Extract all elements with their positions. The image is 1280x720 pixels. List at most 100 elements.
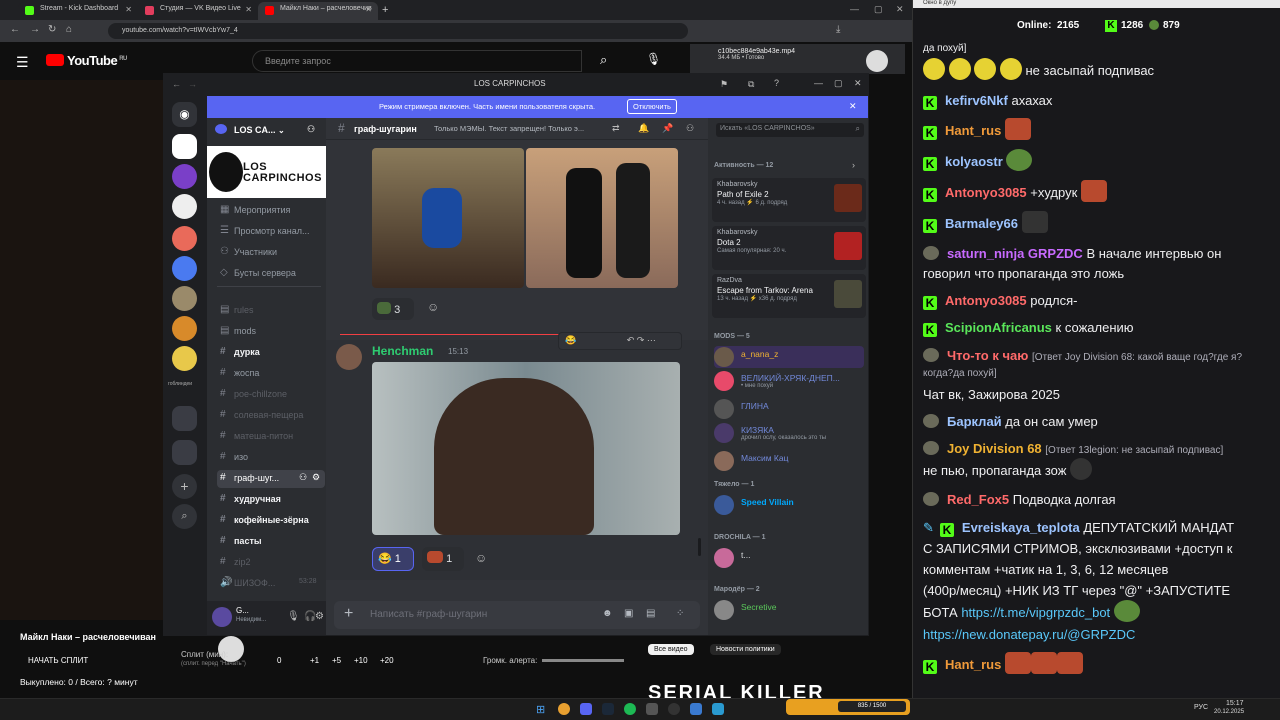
- alert-volume-slider[interactable]: [542, 659, 624, 662]
- invite-icon[interactable]: ⚇: [307, 124, 315, 135]
- new-tab-button[interactable]: +: [382, 4, 388, 16]
- member-item[interactable]: a_nana_z: [714, 346, 864, 368]
- activity-card[interactable]: Khabarovsky Dota 2 Самая популярная: 20 …: [712, 226, 866, 270]
- channel-izo[interactable]: # изо: [217, 449, 325, 467]
- spotify-icon[interactable]: [624, 703, 636, 715]
- pin-icon[interactable]: 📌: [662, 123, 673, 134]
- nav-members[interactable]: ⚇ Участники: [217, 244, 325, 262]
- gift-icon[interactable]: ☻: [602, 608, 613, 619]
- address-bar[interactable]: youtube.com/watch?v=tIWVcbYw7_4: [108, 23, 688, 39]
- discord-home-icon[interactable]: ◉: [172, 102, 197, 127]
- add-server-icon[interactable]: +: [172, 474, 197, 499]
- members-icon[interactable]: ⚇: [686, 123, 694, 134]
- browser-tab-active[interactable]: Майкл Наки – расчеловечив ✕: [258, 2, 378, 20]
- clock-time[interactable]: 15:17: [1226, 700, 1244, 707]
- maximize-icon[interactable]: ▢: [874, 4, 883, 15]
- avatar[interactable]: [212, 607, 232, 627]
- server-icon[interactable]: [172, 256, 197, 281]
- reaction-lips[interactable]: 1: [422, 547, 464, 571]
- app-icon[interactable]: [690, 703, 702, 715]
- telegram-icon[interactable]: [712, 703, 724, 715]
- chip-politics[interactable]: Новости политики: [710, 644, 781, 655]
- member-item[interactable]: ГЛИНА: [714, 398, 864, 420]
- meme-image[interactable]: [372, 148, 524, 288]
- split-plus-20[interactable]: +20: [380, 656, 394, 665]
- reload-icon[interactable]: ↻: [48, 24, 56, 35]
- channel-durka[interactable]: # дурка: [217, 344, 325, 362]
- channel-topic[interactable]: Только МЭМЫ. Текст запрещен! Только э...: [434, 124, 584, 133]
- server-name[interactable]: LOS CA... ⌄ ⚇: [207, 118, 326, 140]
- chat-link[interactable]: https://new.donatepay.ru/@GRPZDC: [923, 627, 1135, 642]
- message-input[interactable]: + Написать #граф-шугарин ☻ ▣ ▤ ⁘: [334, 601, 700, 629]
- channel-zhospa[interactable]: # жоспа: [217, 365, 325, 383]
- sticker-icon[interactable]: ▤: [646, 608, 655, 619]
- channel-poe[interactable]: # poe-chillzone: [217, 386, 325, 404]
- server-icon[interactable]: [172, 286, 197, 311]
- forward-icon[interactable]: →: [188, 79, 197, 89]
- chip-all-videos[interactable]: Все видео: [648, 644, 694, 655]
- browser-tab[interactable]: Stream - Kick Dashboard ✕: [18, 2, 138, 20]
- activity-card[interactable]: Khabarovsky Path of Exile 2 4 ч. назад ⚡…: [712, 178, 866, 222]
- chevron-right-icon[interactable]: ›: [852, 160, 855, 170]
- member-item[interactable]: t...: [714, 547, 864, 569]
- add-reaction-icon[interactable]: ☺: [427, 300, 439, 314]
- server-icon[interactable]: [172, 346, 197, 371]
- close-icon[interactable]: ✕: [849, 101, 857, 112]
- start-split-button[interactable]: НАЧАТЬ СПЛИТ: [28, 656, 88, 665]
- home-icon[interactable]: ⌂: [66, 24, 72, 35]
- split-value[interactable]: 0: [277, 656, 281, 665]
- help-icon[interactable]: ?: [774, 78, 779, 88]
- close-icon[interactable]: ✕: [365, 5, 372, 14]
- avatar[interactable]: [866, 50, 888, 72]
- message-author[interactable]: Henchman: [372, 344, 433, 358]
- channel-hudruchnaya[interactable]: # худручная: [217, 491, 325, 509]
- maximize-icon[interactable]: ▢: [834, 78, 843, 89]
- nav-browse-channels[interactable]: ☰ Просмотр канал...: [217, 223, 325, 241]
- server-icon[interactable]: [172, 194, 197, 219]
- minimize-icon[interactable]: —: [850, 4, 859, 14]
- search-icon[interactable]: ⌕: [600, 52, 607, 68]
- more-icon[interactable]: ↶ ↷ ⋯: [627, 335, 656, 345]
- invite-icon[interactable]: ⚇: [299, 472, 307, 483]
- reaction-icon[interactable]: 😂: [565, 335, 576, 345]
- channel-rules[interactable]: ▤ rules: [217, 302, 325, 320]
- add-reaction-icon[interactable]: ☺: [475, 551, 487, 565]
- server-icon[interactable]: [172, 316, 197, 341]
- close-icon[interactable]: ✕: [896, 4, 904, 15]
- channel-graf-shugarin[interactable]: # граф-шуг... ⚇ ⚙: [217, 470, 325, 488]
- member-item[interactable]: ВЕЛИКИЙ-ХРЯК-ДНЕП... • мне похуй: [714, 370, 864, 392]
- reaction[interactable]: 3: [372, 298, 414, 320]
- meme-image[interactable]: [526, 148, 678, 288]
- mic-icon[interactable]: 🎙: [287, 611, 300, 622]
- close-icon[interactable]: ✕: [125, 5, 132, 14]
- forward-icon[interactable]: →: [30, 24, 40, 35]
- chat-link[interactable]: https://t.me/vipgrpzdc_bot: [961, 605, 1110, 620]
- back-icon[interactable]: ←: [172, 79, 181, 89]
- youtube-search-input[interactable]: Введите запрос: [252, 50, 582, 72]
- download-icon[interactable]: ⤓: [836, 24, 840, 35]
- search-input[interactable]: Искать «LOS CARPINCHOS» ⌕: [716, 123, 864, 137]
- server-folder[interactable]: [172, 406, 197, 431]
- menu-icon[interactable]: ☰: [16, 54, 29, 71]
- threads-icon[interactable]: ⇄: [612, 123, 620, 134]
- mic-icon[interactable]: 🎙: [646, 52, 661, 66]
- back-icon[interactable]: ←: [10, 24, 20, 35]
- gif-icon[interactable]: ▣: [624, 608, 633, 619]
- activity-card[interactable]: RazDva Escape from Tarkov: Arena 13 ч. н…: [712, 274, 866, 318]
- explore-icon[interactable]: ⌕: [172, 504, 197, 529]
- obs-icon[interactable]: [668, 703, 680, 715]
- start-icon[interactable]: ⊞: [536, 703, 545, 716]
- reaction-laugh[interactable]: 😂 1: [372, 547, 414, 571]
- nav-events[interactable]: ▦ Мероприятия: [217, 202, 325, 220]
- close-icon[interactable]: ✕: [854, 78, 862, 89]
- member-item[interactable]: Speed Villain: [714, 494, 864, 516]
- discord-icon[interactable]: [580, 703, 592, 715]
- channel-zip2[interactable]: # zip2: [217, 554, 325, 572]
- bell-icon[interactable]: 🔔: [638, 123, 649, 134]
- youtube-logo[interactable]: YouTube RU: [46, 53, 127, 68]
- channel-pasty[interactable]: # пасты: [217, 533, 325, 551]
- member-item[interactable]: Secretive: [714, 599, 864, 621]
- video-player[interactable]: [0, 80, 165, 620]
- screen-icon[interactable]: ⧉: [748, 79, 754, 90]
- channel-salt-cave[interactable]: # солевая-пещера: [217, 407, 325, 425]
